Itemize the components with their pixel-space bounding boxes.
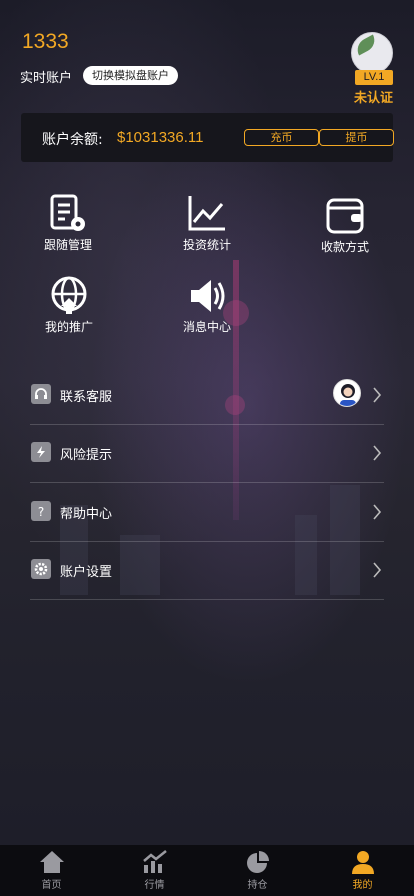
grid-item-label: 我的推广 bbox=[44, 320, 93, 334]
balance-card: 账户余额: $1031336.11 充币 提币 bbox=[21, 113, 394, 162]
grid-item-my-promotion[interactable]: 我的推广 bbox=[24, 276, 114, 335]
balance-value: $1031336.11 bbox=[117, 129, 204, 146]
balance-label: 账户余额: bbox=[42, 132, 103, 148]
globe-upload-icon bbox=[51, 276, 87, 314]
menu-item-label: 账户设置 bbox=[60, 565, 113, 580]
home-icon bbox=[39, 851, 64, 873]
grid-item-payment-methods[interactable]: 收款方式 bbox=[300, 194, 390, 255]
question-icon: ? bbox=[31, 501, 51, 521]
document-gear-icon bbox=[50, 194, 85, 231]
tab-mine[interactable]: 我的 bbox=[311, 845, 414, 896]
support-agent-avatar bbox=[333, 379, 361, 407]
grid-item-label: 收款方式 bbox=[320, 240, 369, 254]
tab-label: 首页 bbox=[41, 880, 62, 891]
avatar[interactable] bbox=[351, 32, 393, 74]
wallet-icon bbox=[326, 198, 364, 234]
menu-item-help-center[interactable]: ? 帮助中心 bbox=[30, 484, 384, 542]
tab-label: 持仓 bbox=[247, 880, 268, 891]
user-id: 1333 bbox=[22, 30, 69, 53]
grid-item-label: 跟随管理 bbox=[43, 238, 92, 252]
tab-market[interactable]: 行情 bbox=[103, 845, 206, 896]
grid-item-investment-stats[interactable]: 投资统计 bbox=[162, 194, 252, 253]
grid-item-label: 投资统计 bbox=[182, 238, 231, 252]
pie-icon bbox=[246, 851, 269, 873]
menu-item-label: 帮助中心 bbox=[60, 507, 113, 522]
headset-icon bbox=[31, 384, 51, 404]
menu-item-contact-support[interactable]: 联系客服 bbox=[30, 367, 384, 425]
menu-item-label: 风险提示 bbox=[60, 448, 113, 463]
level-badge: LV.1 bbox=[355, 70, 393, 85]
withdraw-button[interactable]: 提币 bbox=[319, 129, 394, 146]
tab-positions[interactable]: 持仓 bbox=[206, 845, 309, 896]
user-icon bbox=[351, 851, 374, 874]
grid-item-label: 消息中心 bbox=[182, 320, 231, 334]
gear-icon bbox=[31, 559, 51, 579]
chevron-right-icon bbox=[373, 445, 382, 461]
lightning-icon bbox=[31, 442, 51, 462]
menu-item-label: 联系客服 bbox=[60, 390, 113, 405]
grid-item-message-center[interactable]: 消息中心 bbox=[162, 276, 252, 335]
tab-label: 行情 bbox=[144, 880, 165, 891]
chevron-right-icon bbox=[373, 387, 382, 403]
switch-demo-account-button[interactable]: 切换模拟盘账户 bbox=[83, 66, 178, 85]
menu-item-risk-warning[interactable]: 风险提示 bbox=[30, 425, 384, 483]
tab-home[interactable]: 首页 bbox=[0, 845, 103, 896]
chevron-right-icon bbox=[373, 504, 382, 520]
tab-label: 我的 bbox=[352, 880, 373, 891]
svg-text:?: ? bbox=[38, 505, 44, 518]
bottom-tab-bar: 首页 行情 持仓 我的 bbox=[0, 845, 414, 896]
grid-item-follow-management[interactable]: 跟随管理 bbox=[23, 194, 113, 253]
speaker-icon bbox=[191, 280, 225, 312]
chart-icon bbox=[142, 850, 167, 873]
recharge-button[interactable]: 充币 bbox=[244, 129, 319, 146]
line-chart-icon bbox=[188, 196, 225, 231]
menu-item-account-settings[interactable]: 账户设置 bbox=[30, 542, 384, 600]
chevron-right-icon bbox=[373, 562, 382, 578]
verify-status[interactable]: 未认证 bbox=[354, 87, 393, 106]
account-type-label: 实时账户 bbox=[20, 71, 73, 86]
